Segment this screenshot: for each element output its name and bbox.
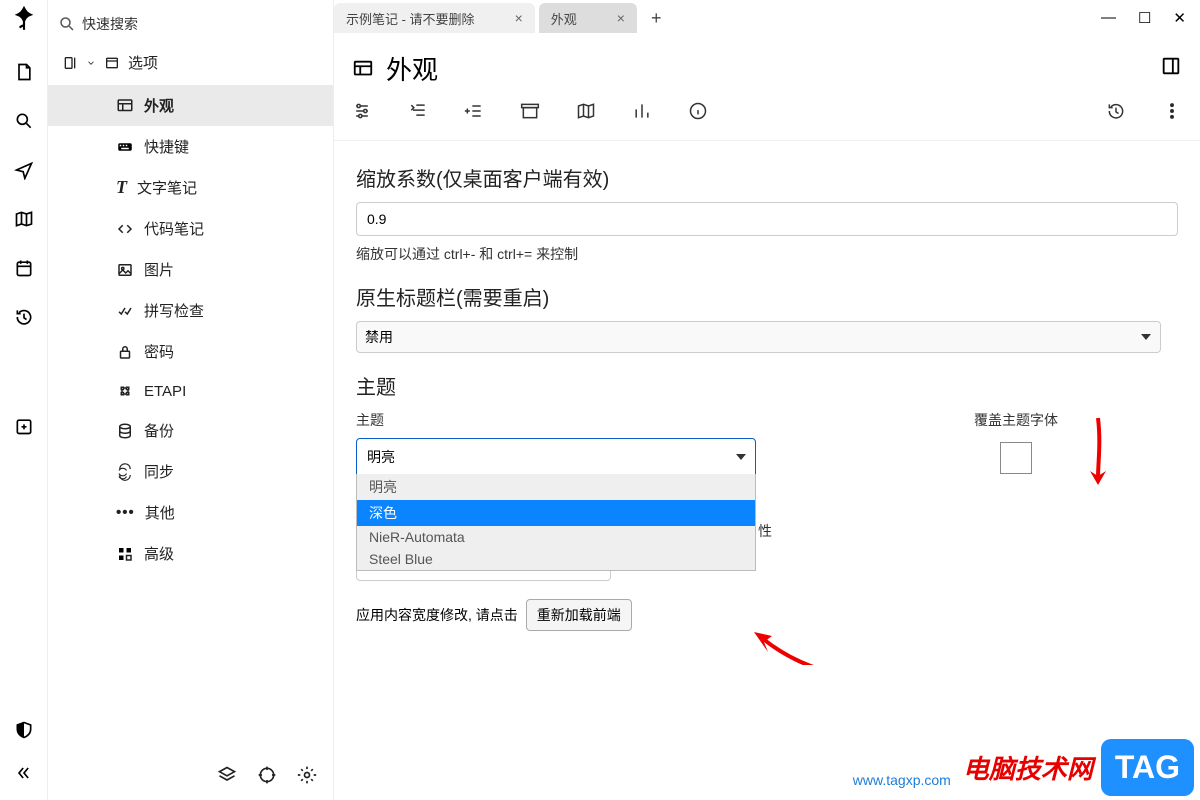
map-icon[interactable] xyxy=(14,209,34,234)
sidebar-item-other[interactable]: •••其他 xyxy=(48,492,333,533)
sliders-icon[interactable] xyxy=(352,101,372,126)
close-icon[interactable]: × xyxy=(515,10,523,26)
annotation-arrow-2 xyxy=(744,626,854,665)
search-placeholder: 快速搜索 xyxy=(82,14,138,34)
sidebar-item-advanced[interactable]: 高级 xyxy=(48,533,333,574)
app-logo-icon xyxy=(11,6,37,38)
partial-text: 性 xyxy=(758,521,772,541)
book-icon[interactable] xyxy=(576,101,596,126)
theme-heading: 主题 xyxy=(356,371,1178,400)
send-icon[interactable] xyxy=(14,160,34,185)
sidebar-item-password[interactable]: 密码 xyxy=(48,331,333,372)
info-icon[interactable] xyxy=(688,101,708,126)
icon-rail xyxy=(0,0,48,800)
theme-option-nier[interactable]: NieR-Automata xyxy=(357,526,755,548)
watermark: 电脑技术网 www.tagxp.com TAG xyxy=(963,739,1194,796)
sidebar: 快速搜索 选项 外观 快捷键 T文字笔记 代码笔记 图片 拼写检查 密码 ETA… xyxy=(48,0,334,800)
sidebar-item-etapi[interactable]: ETAPI xyxy=(48,372,333,410)
sidebar-item-sync[interactable]: 同步 xyxy=(48,451,333,492)
main-area: 示例笔记 - 请不要删除× 外观× + — ☐ ✕ 外观 xyxy=(334,0,1200,800)
zoom-help: 缩放可以通过 ctrl+- 和 ctrl+= 来控制 xyxy=(356,244,1178,264)
zoom-input[interactable] xyxy=(356,202,1178,236)
theme-option-light[interactable]: 明亮 xyxy=(357,474,755,500)
theme-option-steelblue[interactable]: Steel Blue xyxy=(357,548,755,570)
options-label: 选项 xyxy=(128,52,158,73)
titlebar-select[interactable]: 禁用 xyxy=(356,321,1161,353)
zoom-heading: 缩放系数(仅桌面客户端有效) xyxy=(356,163,1178,192)
theme-select-wrap: 明亮 明亮 深色 NieR-Automata Steel Blue xyxy=(356,438,756,476)
sidebar-item-spellcheck[interactable]: 拼写检查 xyxy=(48,290,333,331)
sidebar-item-appearance[interactable]: 外观 xyxy=(48,85,333,126)
override-font-checkbox[interactable] xyxy=(1000,442,1032,474)
indent-add-icon[interactable] xyxy=(464,101,484,126)
new-note-icon[interactable] xyxy=(14,62,34,87)
reload-text: 应用内容宽度修改, 请点击 xyxy=(356,605,518,625)
indent-left-icon[interactable] xyxy=(408,101,428,126)
layout-icon xyxy=(352,58,374,80)
tab-appearance[interactable]: 外观× xyxy=(539,3,637,33)
sidebar-item-code-notes[interactable]: 代码笔记 xyxy=(48,208,333,249)
theme-dropdown: 明亮 深色 NieR-Automata Steel Blue xyxy=(356,474,756,571)
sidebar-item-shortcuts[interactable]: 快捷键 xyxy=(48,126,333,167)
sidebar-footer xyxy=(48,755,333,800)
page-title: 外观 xyxy=(386,50,438,87)
panel-icon[interactable] xyxy=(1160,55,1182,82)
options-row[interactable]: 选项 xyxy=(48,44,333,81)
tab-example-note[interactable]: 示例笔记 - 请不要删除× xyxy=(334,3,535,33)
minimize-button[interactable]: — xyxy=(1101,9,1116,27)
sidebar-item-images[interactable]: 图片 xyxy=(48,249,333,290)
maximize-button[interactable]: ☐ xyxy=(1138,9,1151,27)
titlebar-heading: 原生标题栏(需要重启) xyxy=(356,282,1178,311)
search-icon[interactable] xyxy=(14,111,34,136)
sidebar-item-text-notes[interactable]: T文字笔记 xyxy=(48,167,333,208)
sidebar-tree: 外观 快捷键 T文字笔记 代码笔记 图片 拼写检查 密码 ETAPI 备份 同步… xyxy=(48,81,333,755)
quick-search[interactable]: 快速搜索 xyxy=(48,0,333,44)
tag-badge: TAG xyxy=(1101,739,1194,796)
close-button[interactable]: ✕ xyxy=(1173,9,1186,27)
reload-button[interactable]: 重新加载前端 xyxy=(526,599,632,631)
shield-icon[interactable] xyxy=(14,720,34,745)
chart-icon[interactable] xyxy=(632,101,652,126)
history-icon[interactable] xyxy=(14,307,34,332)
more-icon[interactable] xyxy=(1162,101,1182,126)
collapse-icon[interactable] xyxy=(14,763,34,788)
title-row: 外观 xyxy=(334,36,1200,93)
target-icon[interactable] xyxy=(257,765,277,790)
theme-select[interactable]: 明亮 xyxy=(356,438,756,476)
add-tab-button[interactable]: + xyxy=(641,8,672,29)
content-area: 缩放系数(仅桌面客户端有效) 缩放可以通过 ctrl+- 和 ctrl+= 来控… xyxy=(334,141,1200,665)
override-font-label: 覆盖主题字体 xyxy=(974,410,1058,430)
note-toolbar xyxy=(334,93,1200,141)
theme-option-dark[interactable]: 深色 xyxy=(357,500,755,526)
calendar-icon[interactable] xyxy=(14,258,34,283)
add-calendar-icon[interactable] xyxy=(14,416,34,441)
theme-label: 主题 xyxy=(356,410,756,430)
gear-icon[interactable] xyxy=(297,765,317,790)
tab-bar: 示例笔记 - 请不要删除× 外观× + — ☐ ✕ xyxy=(334,0,1200,36)
dots-icon: ••• xyxy=(116,504,135,521)
history-toolbar-icon[interactable] xyxy=(1106,101,1126,126)
layers-icon[interactable] xyxy=(217,765,237,790)
archive-icon[interactable] xyxy=(520,101,540,126)
close-icon[interactable]: × xyxy=(617,10,625,26)
sidebar-item-backup[interactable]: 备份 xyxy=(48,410,333,451)
window-controls: — ☐ ✕ xyxy=(1101,9,1200,27)
